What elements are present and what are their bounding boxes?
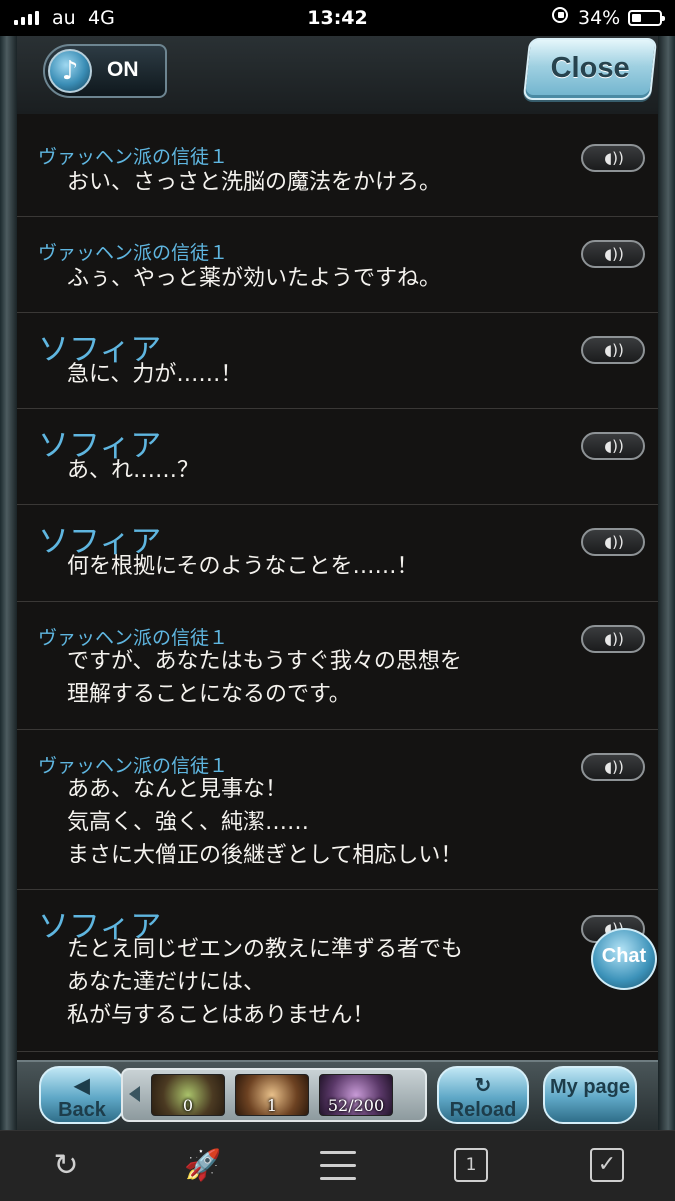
frame-border-right	[658, 36, 675, 1130]
voice-play-button[interactable]: ◖))	[581, 240, 645, 268]
voice-play-button[interactable]: ◖))	[581, 432, 645, 460]
item-slot-3[interactable]: 52/200	[319, 1074, 393, 1116]
log-entry: ヴァッヘン派の信徒１ ああ、なんと見事な！ 気高く、強く、純潔…… まさに大僧正…	[17, 729, 658, 890]
item-count: 1	[266, 1096, 278, 1115]
voice-play-button[interactable]: ◖))	[581, 144, 645, 172]
battery-icon	[628, 10, 665, 26]
speaker-icon: ◖))	[604, 341, 624, 359]
reload-icon: ↻	[474, 1075, 492, 1097]
log-entry: ソフィア 急に、力が……！ ◖))	[17, 312, 658, 409]
dialogue-text: ふぅ、やっと薬が効いたようですね。	[67, 266, 442, 291]
speaker-icon: ◖))	[604, 245, 624, 263]
voice-play-button[interactable]: ◖))	[581, 625, 645, 653]
log-entry: ヴァッヘン派の信徒１ おい、さっさと洗脳の魔法をかけろ。 ◖))	[17, 120, 658, 217]
back-label: Back	[58, 1099, 106, 1121]
voice-play-button[interactable]: ◖))	[581, 528, 645, 556]
dialogue-text: あ、れ……？	[67, 458, 200, 483]
log-entry: ヴァッヘン派の信徒１ ですが、あなたはもうすぐ我々の思想を 理解することになるの…	[17, 601, 658, 730]
dialogue-text: おい、さっさと洗脳の魔法をかけろ。	[67, 170, 442, 195]
status-bar: au 4G 13:42 34%	[0, 0, 675, 36]
music-note-icon: ♪	[48, 49, 92, 93]
dialogue-text: たとえ同じゼエンの教えに準ずる者でも あなた達だけには、 私が与することはありま…	[67, 937, 464, 1028]
back-button[interactable]: ◀ Back	[39, 1066, 125, 1124]
item-count: 0	[182, 1096, 194, 1115]
item-bar: 0 1 52/200	[121, 1068, 427, 1122]
dialogue-text: 急に、力が……！	[67, 362, 243, 387]
rocket-icon[interactable]: 🚀	[184, 1148, 221, 1184]
log-entry: ソフィア 何を根拠にそのようなことを……！ ◖))	[17, 504, 658, 602]
menu-icon[interactable]	[320, 1151, 356, 1181]
item-scroll-left-icon[interactable]	[129, 1086, 140, 1102]
voice-play-button[interactable]: ◖))	[581, 336, 645, 364]
speaker-icon: ◖))	[604, 149, 624, 167]
bgm-state: ON	[107, 58, 139, 81]
log-entry: ヴァッヘン派の信徒１ ふぅ、やっと薬が効いたようですね。 ◖))	[17, 216, 658, 313]
chat-button[interactable]: Chat	[591, 928, 657, 990]
item-slot-2[interactable]: 1	[235, 1074, 309, 1116]
game-footer: ◀ Back 0 1 52/200 ↻ Reload My page	[17, 1060, 658, 1132]
close-label: Close	[550, 52, 630, 84]
speaker-name: ヴァッヘン派の信徒１	[38, 242, 229, 264]
item-count: 52/200	[327, 1096, 385, 1115]
mypage-label: My page	[549, 1076, 631, 1098]
clock: 13:42	[307, 7, 368, 29]
item-slot-1[interactable]: 0	[151, 1074, 225, 1116]
orientation-lock-icon	[552, 7, 568, 23]
bgm-toggle[interactable]: ♪ ON	[43, 44, 167, 98]
battery-percent: 34%	[578, 7, 621, 29]
dialogue-text: ですが、あなたはもうすぐ我々の思想を 理解することになるのです。	[67, 649, 462, 707]
reload-icon[interactable]: ↻	[48, 1148, 84, 1184]
log-entry: ソフィア あ、れ……？ ◖))	[17, 408, 658, 505]
close-button[interactable]: Close	[522, 38, 658, 100]
speaker-icon: ◖))	[604, 758, 624, 776]
game-frame: ヴァッヘン派の信徒１ おい、さっさと洗脳の魔法をかけろ。 ◖)) ヴァッヘン派の…	[0, 36, 675, 1130]
voice-play-button[interactable]: ◖))	[581, 753, 645, 781]
frame-border-left	[0, 36, 17, 1130]
tabs-button[interactable]: 1	[454, 1148, 488, 1182]
dialogue-text: ああ、なんと見事な！ 気高く、強く、純潔…… まさに大僧正の後継ぎとして相応しい…	[67, 777, 463, 868]
speaker-icon: ◖))	[604, 630, 624, 648]
speaker-icon: ◖))	[604, 533, 624, 551]
reload-button[interactable]: ↻ Reload	[437, 1066, 529, 1124]
speaker-icon: ◖))	[604, 437, 624, 455]
browser-toolbar: ↻ 🚀 1 ✓	[0, 1130, 675, 1201]
log-entry: ソフィア たとえ同じゼエンの教えに準ずる者でも あなた達だけには、 私が与するこ…	[17, 889, 658, 1052]
speaker-name: ヴァッヘン派の信徒１	[38, 146, 229, 168]
back-arrow-icon: ◀	[74, 1075, 90, 1097]
reload-label: Reload	[449, 1099, 517, 1121]
checkbox-icon[interactable]: ✓	[590, 1148, 624, 1182]
dialogue-text: 何を根拠にそのようなことを……！	[67, 554, 419, 579]
mypage-button[interactable]: My page	[543, 1066, 637, 1124]
chat-label: Chat	[601, 945, 647, 967]
